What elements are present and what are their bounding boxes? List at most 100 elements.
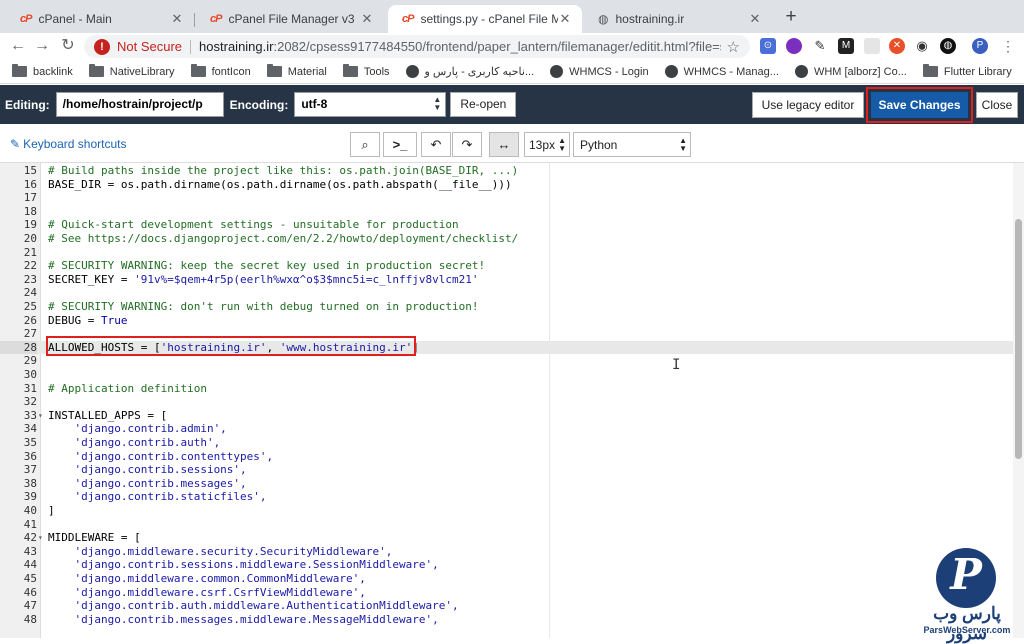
bookmark-folder[interactable]: Tools bbox=[342, 64, 390, 78]
extension-icon[interactable] bbox=[786, 38, 802, 54]
code-line[interactable]: 23 SECRET_KEY = '91v%=$qem+4r5p(eerlh%wxα… bbox=[0, 273, 1024, 287]
tab-settings-py[interactable]: cP settings.py - cPanel File Manag ✕ bbox=[388, 5, 582, 33]
code-line[interactable]: 34 'django.contrib.admin', bbox=[0, 422, 1024, 436]
bookmark-star-icon[interactable]: ☆ bbox=[727, 38, 740, 56]
bookmark-folder[interactable]: fontIcon bbox=[190, 64, 251, 78]
language-select[interactable]: Python ▲ ▼ bbox=[573, 132, 691, 157]
code-token: # Quick-start development settings - uns… bbox=[48, 218, 459, 232]
code-line[interactable]: 22 # SECURITY WARNING: keep the secret ke… bbox=[0, 259, 1024, 273]
code-token: # SECURITY WARNING: keep the secret key … bbox=[48, 259, 486, 273]
close-icon[interactable]: ✕ bbox=[558, 11, 572, 27]
keyboard-shortcuts-link[interactable]: ✎ Keyboard shortcuts bbox=[10, 137, 126, 151]
save-changes-button[interactable]: Save Changes bbox=[871, 92, 968, 118]
encoding-select[interactable]: utf-8 ▲ ▼ bbox=[294, 92, 447, 117]
avatar[interactable]: P bbox=[972, 38, 988, 54]
code-line[interactable]: 45 'django.middleware.common.CommonMiddl… bbox=[0, 572, 1024, 586]
code-line[interactable]: 26 DEBUG = True bbox=[0, 314, 1024, 328]
use-legacy-editor-button[interactable]: Use legacy editor bbox=[752, 92, 864, 118]
undo-button[interactable]: ↶ bbox=[421, 132, 451, 157]
forward-arrow-icon[interactable]: → bbox=[32, 36, 52, 56]
code-line[interactable]: 19 # Quick-start development settings - u… bbox=[0, 218, 1024, 232]
code-line[interactable]: 33 ▾ INSTALLED_APPS = [ bbox=[0, 409, 1024, 423]
wrap-toggle-button[interactable]: ↔ bbox=[489, 132, 519, 157]
bookmark-link[interactable]: WHMCS - Manag... bbox=[664, 65, 779, 78]
bookmark-link[interactable]: WHM [alborz] Co... bbox=[794, 65, 907, 78]
reopen-button[interactable]: Re-open bbox=[450, 92, 517, 117]
code-line[interactable]: 18 bbox=[0, 205, 1024, 219]
code-line[interactable]: 16 BASE_DIR = os.path.dirname(os.path.dir… bbox=[0, 178, 1024, 192]
bookmark-link[interactable]: WHMCS - Login bbox=[550, 65, 649, 78]
code-line[interactable]: 21 bbox=[0, 246, 1024, 260]
bookmark-label: NativeLibrary bbox=[109, 65, 175, 78]
reload-icon[interactable]: ↻ bbox=[58, 36, 78, 56]
code-line[interactable]: 44 'django.contrib.sessions.middleware.S… bbox=[0, 558, 1024, 572]
tab-cpanel-main[interactable]: cP cPanel - Main ✕ bbox=[6, 5, 195, 33]
code-line[interactable]: 30 bbox=[0, 368, 1024, 382]
code-editor[interactable]: 15 # Build paths inside the project like … bbox=[0, 163, 1024, 638]
close-icon[interactable]: ✕ bbox=[748, 11, 762, 27]
bookmark-folder[interactable]: Flutter Library bbox=[922, 64, 1012, 78]
extension-icon[interactable]: M bbox=[838, 38, 854, 54]
code-line[interactable]: 41 bbox=[0, 518, 1024, 532]
eyedropper-icon[interactable]: ✎ bbox=[812, 38, 828, 54]
eye-icon[interactable]: ◉ bbox=[914, 38, 930, 54]
code-line[interactable]: 24 bbox=[0, 286, 1024, 300]
close-icon[interactable]: ✕ bbox=[170, 11, 184, 27]
code-line[interactable]: 43 'django.middleware.security.SecurityM… bbox=[0, 545, 1024, 559]
code-line[interactable]: 32 bbox=[0, 395, 1024, 409]
code-line[interactable]: 40] bbox=[0, 504, 1024, 518]
bookmark-link[interactable]: ناحیه کاربری - پارس و... bbox=[405, 65, 534, 78]
tab-title: settings.py - cPanel File Manag bbox=[420, 12, 558, 26]
new-tab-button[interactable]: + bbox=[780, 7, 802, 29]
code-token: ] bbox=[48, 504, 55, 517]
code-line[interactable]: 35 'django.contrib.auth', bbox=[0, 436, 1024, 450]
back-arrow-icon[interactable]: ← bbox=[8, 36, 28, 56]
bookmark-folder[interactable]: backlink bbox=[12, 64, 73, 78]
code-line[interactable]: 36 'django.contrib.contenttypes', bbox=[0, 450, 1024, 464]
menu-icon[interactable]: ⋮ bbox=[998, 36, 1018, 56]
extension-icon[interactable]: ⊙ bbox=[760, 38, 776, 54]
code-line[interactable]: 47 'django.contrib.auth.middleware.Authe… bbox=[0, 599, 1024, 613]
tab-separator bbox=[194, 13, 195, 27]
code-text: BASE_DIR = os.path.dirname(os.path.dirna… bbox=[48, 178, 512, 192]
code-line[interactable]: 25 # SECURITY WARNING: don't run with deb… bbox=[0, 300, 1024, 314]
search-button[interactable]: ⌕ bbox=[350, 132, 380, 157]
code-line[interactable]: 38 'django.contrib.messages', bbox=[0, 477, 1024, 491]
address-bar[interactable]: ! Not Secure hostraining.ir :2082/cpsess… bbox=[84, 35, 750, 58]
code-text: SECRET_KEY = '91v%=$qem+4r5p(eerlh%wxα^o… bbox=[48, 273, 478, 287]
code-line[interactable]: 20 # See https://docs.djangoproject.com/e… bbox=[0, 232, 1024, 246]
code-line[interactable]: 39 'django.contrib.staticfiles', bbox=[0, 490, 1024, 504]
extension-icon[interactable] bbox=[864, 38, 880, 54]
code-line[interactable]: 46 'django.middleware.csrf.CsrfViewMiddl… bbox=[0, 586, 1024, 600]
close-icon[interactable]: ✕ bbox=[360, 11, 374, 27]
redo-button[interactable]: ↷ bbox=[452, 132, 482, 157]
extension-icon[interactable]: ✕ bbox=[889, 38, 905, 54]
line-number: 16 bbox=[23, 177, 37, 191]
encoding-label: Encoding: bbox=[229, 97, 289, 112]
line-number: 45 bbox=[23, 572, 37, 585]
tab-file-manager[interactable]: cP cPanel File Manager v3 ✕ bbox=[196, 5, 384, 33]
tab-hostraining[interactable]: ◍ hostraining.ir ✕ bbox=[584, 5, 772, 33]
code-line[interactable]: 17 bbox=[0, 191, 1024, 205]
code-line[interactable]: 31 # Application definition bbox=[0, 382, 1024, 396]
file-path-field[interactable]: /home/hostrain/project/p bbox=[55, 92, 224, 117]
code-line[interactable]: 42 ▾ MIDDLEWARE = [ bbox=[0, 531, 1024, 545]
extension-icon[interactable]: ◍ bbox=[940, 38, 956, 54]
cpanel-icon: cP bbox=[402, 13, 415, 25]
code-line[interactable]: 15 # Build paths inside the project like … bbox=[0, 164, 1024, 178]
fold-arrow-icon[interactable]: ▾ bbox=[38, 531, 46, 545]
font-size-select[interactable]: 13px ▲ ▼ bbox=[524, 132, 570, 157]
scrollbar-thumb[interactable] bbox=[1015, 219, 1022, 459]
goto-line-button[interactable]: >_ bbox=[383, 132, 417, 157]
tab-title: cPanel - Main bbox=[38, 12, 112, 26]
close-button[interactable]: Close bbox=[976, 92, 1018, 118]
bookmark-folder[interactable]: NativeLibrary bbox=[88, 64, 175, 78]
code-line[interactable]: 48 'django.contrib.messages.middleware.M… bbox=[0, 613, 1024, 627]
bookmark-folder[interactable]: Material bbox=[266, 64, 327, 78]
folder-icon bbox=[12, 64, 27, 77]
line-number: 30 bbox=[23, 368, 37, 381]
line-number: 31 bbox=[23, 381, 37, 395]
code-line[interactable]: 37 'django.contrib.sessions', bbox=[0, 463, 1024, 477]
fold-arrow-icon[interactable]: ▾ bbox=[38, 409, 46, 423]
code-line[interactable]: 29 bbox=[0, 354, 1024, 368]
